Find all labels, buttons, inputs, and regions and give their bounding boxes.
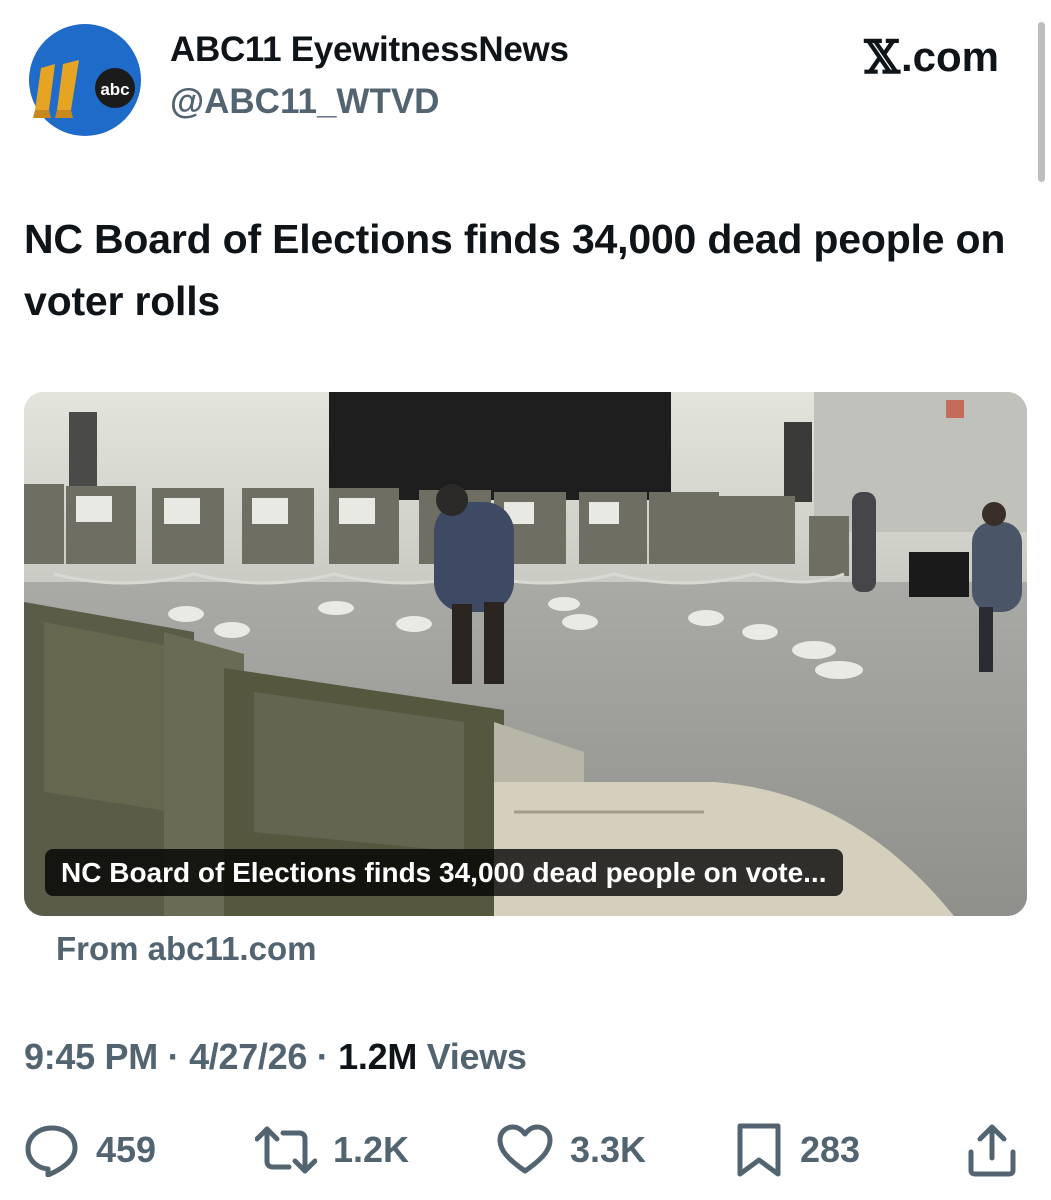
author-name[interactable]: ABC11 EyewitnessNews — [170, 30, 569, 70]
x-logo-icon: 𝕏 — [864, 30, 900, 84]
views-count: 1.2M — [338, 1036, 418, 1077]
tweet-time[interactable]: 9:45 PM — [24, 1036, 158, 1077]
share-button[interactable] — [966, 1120, 1018, 1180]
x-brand-logo: 𝕏 .com — [864, 30, 999, 84]
reply-button[interactable]: 459 — [24, 1120, 156, 1180]
repost-count: 1.2K — [333, 1129, 410, 1170]
bookmark-icon — [737, 1123, 781, 1177]
card-source[interactable]: From abc11.com — [56, 930, 316, 968]
like-count: 3.3K — [570, 1129, 647, 1170]
card-caption: NC Board of Elections finds 34,000 dead … — [45, 849, 843, 896]
action-bar: 459 1.2K 3.3K 283 — [0, 1120, 1051, 1180]
like-icon — [497, 1124, 553, 1174]
views-label: Views — [417, 1036, 527, 1077]
svg-text:abc: abc — [100, 80, 129, 99]
avatar[interactable]: abc — [23, 24, 149, 136]
tweet-text: NC Board of Elections finds 34,000 dead … — [24, 216, 1006, 324]
share-icon — [968, 1124, 1016, 1177]
tweet-date[interactable]: 4/27/26 — [189, 1036, 307, 1077]
meta-separator: · — [157, 1036, 190, 1077]
reply-count: 459 — [96, 1129, 157, 1170]
scrollbar[interactable] — [1038, 22, 1045, 182]
tweet-meta: 9:45 PM · 4/27/26 · 1.2M Views — [24, 1036, 527, 1078]
repost-icon — [255, 1126, 317, 1174]
repost-button[interactable]: 1.2K — [255, 1120, 409, 1180]
author-handle[interactable]: @ABC11_WTVD — [170, 82, 439, 122]
link-card[interactable]: NC Board of Elections finds 34,000 dead … — [24, 392, 1027, 916]
card-image — [24, 392, 1027, 916]
abc11-logo: abc — [29, 24, 141, 136]
like-button[interactable]: 3.3K — [496, 1120, 646, 1180]
brand-suffix: .com — [900, 33, 999, 80]
reply-icon — [25, 1125, 78, 1177]
meta-separator: · — [307, 1036, 339, 1077]
bookmark-button[interactable]: 283 — [734, 1120, 860, 1180]
bookmark-count: 283 — [800, 1129, 861, 1170]
